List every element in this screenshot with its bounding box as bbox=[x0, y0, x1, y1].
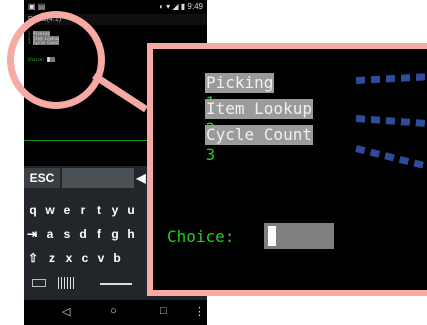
android-nav-bar: ◁ ○ □ ⋮ bbox=[24, 300, 207, 325]
key-b[interactable]: b bbox=[111, 248, 123, 268]
tab-key[interactable]: ⇥ bbox=[26, 224, 38, 244]
key-e[interactable]: e bbox=[61, 200, 73, 220]
esc-key[interactable]: ESC bbox=[24, 168, 60, 188]
key-a[interactable]: a bbox=[44, 224, 56, 244]
menu-item-number: 3 bbox=[205, 145, 216, 164]
status-indicators: ◐ ▾ ◢ ▮ 9:49 bbox=[159, 0, 203, 14]
recents-icon[interactable]: □ bbox=[160, 305, 167, 317]
dotted-pointer-3 bbox=[355, 145, 427, 172]
overflow-menu-icon[interactable]: ⋮ bbox=[194, 305, 205, 318]
choice-input[interactable] bbox=[264, 223, 334, 249]
choice-label: Choice: bbox=[167, 227, 235, 246]
back-icon[interactable]: ◁ bbox=[62, 305, 70, 318]
key-t[interactable]: t bbox=[93, 200, 105, 220]
key-g[interactable]: g bbox=[109, 224, 121, 244]
key-d[interactable]: d bbox=[77, 224, 89, 244]
menu-item-label: Picking bbox=[205, 73, 275, 93]
spacebar-key[interactable] bbox=[100, 283, 132, 285]
keyboard-switch-icon[interactable] bbox=[32, 279, 46, 287]
menu-item-label: Cycle Count bbox=[205, 125, 313, 145]
magnifier-ring bbox=[7, 11, 105, 109]
clock: 9:49 bbox=[187, 2, 203, 11]
key-y[interactable]: y bbox=[109, 200, 121, 220]
key-x[interactable]: x bbox=[63, 248, 75, 268]
dotted-pointer-2 bbox=[355, 115, 427, 128]
shift-key[interactable]: ⇧ bbox=[26, 248, 40, 268]
key-h[interactable]: h bbox=[125, 224, 137, 244]
key-c[interactable]: c bbox=[79, 248, 91, 268]
left-arrow-key[interactable]: ◀ bbox=[136, 168, 146, 188]
key-r[interactable]: r bbox=[77, 200, 89, 220]
barcode-scan-icon[interactable] bbox=[58, 277, 76, 289]
dotted-pointer-1 bbox=[355, 72, 427, 84]
key-f[interactable]: f bbox=[93, 224, 105, 244]
key-s[interactable]: s bbox=[61, 224, 73, 244]
text-cursor bbox=[268, 226, 276, 246]
key-z[interactable]: z bbox=[46, 248, 58, 268]
home-icon[interactable]: ○ bbox=[110, 305, 117, 317]
menu-item-cycle-count[interactable]: 3 Cycle Count bbox=[167, 125, 313, 205]
key-u[interactable]: u bbox=[125, 200, 137, 220]
key-w[interactable]: w bbox=[44, 200, 56, 220]
keyboard-input-strip bbox=[62, 168, 134, 188]
key-q[interactable]: q bbox=[27, 200, 39, 220]
key-v[interactable]: v bbox=[95, 248, 107, 268]
menu-item-label: Item Lookup bbox=[205, 99, 313, 119]
signal-icons: ◐ ▾ ◢ ▮ bbox=[159, 2, 188, 11]
zoomed-terminal-panel: 1 Picking 2 Item Lookup 3 Cycle Count Ch… bbox=[147, 43, 427, 296]
